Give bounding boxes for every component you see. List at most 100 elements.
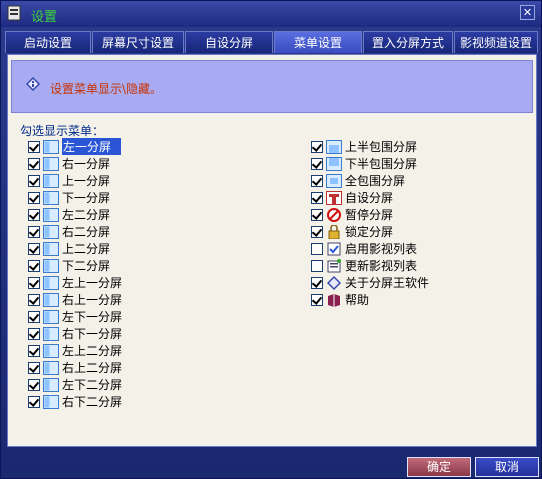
- menu-option-checkbox[interactable]: [28, 361, 40, 374]
- tab-custom-split[interactable]: 自设分屏: [185, 31, 273, 53]
- menu-option-label: 暂停分屏: [345, 208, 394, 222]
- menu-option-label: 启用影视列表: [345, 242, 418, 256]
- menu-option-checkbox[interactable]: [28, 157, 40, 170]
- menu-option-checkbox[interactable]: [28, 344, 40, 357]
- menu-option-checkbox[interactable]: [311, 157, 323, 170]
- split-top-right-one-icon: [43, 292, 59, 307]
- menu-option-row[interactable]: 下一分屏: [28, 189, 122, 206]
- menu-option-checkbox[interactable]: [311, 225, 323, 238]
- menu-option-row[interactable]: 帮助: [311, 291, 429, 308]
- menu-settings-panel: 设置菜单显示\隐藏。 勾选显示菜单： 左一分屏右一分屏上一分屏 下一分屏 左二分屏右…: [7, 54, 537, 447]
- menu-option-checkbox[interactable]: [28, 395, 40, 408]
- menu-option-checkbox[interactable]: [311, 259, 323, 272]
- about-icon: [326, 275, 342, 290]
- split-top-one-icon: [43, 173, 59, 188]
- enable-video-list-icon: [326, 242, 342, 256]
- menu-option-checkbox[interactable]: [28, 293, 40, 306]
- menu-option-checkbox[interactable]: [28, 208, 40, 221]
- menu-option-label: 右下一分屏: [62, 327, 123, 341]
- tab-split-mode[interactable]: 置入分屏方式: [363, 31, 453, 53]
- menu-option-checkbox[interactable]: [311, 293, 323, 306]
- menu-option-checkbox[interactable]: [28, 140, 40, 153]
- menu-option-label: 右上二分屏: [62, 361, 123, 375]
- menu-option-row[interactable]: 暂停分屏: [311, 206, 429, 223]
- split-left-two-icon: [43, 207, 59, 222]
- menu-option-row[interactable]: 左上一分屏: [28, 274, 122, 291]
- split-bottom-left-one-icon: [43, 309, 59, 324]
- tab-screen-size[interactable]: 屏幕尺寸设置: [92, 31, 184, 53]
- lock-icon: [326, 223, 342, 239]
- menu-option-checkbox[interactable]: [311, 208, 323, 221]
- section-label: 勾选显示菜单：: [20, 124, 105, 138]
- help-icon: [326, 293, 342, 307]
- update-video-list-icon: [326, 258, 342, 273]
- menu-option-checkbox[interactable]: [28, 191, 40, 204]
- menu-option-row[interactable]: 右上二分屏: [28, 359, 122, 376]
- menu-option-checkbox[interactable]: [311, 174, 323, 187]
- menu-option-label: 左上一分屏: [62, 276, 123, 290]
- menu-option-checkbox[interactable]: [28, 225, 40, 238]
- split-right-two-icon: [43, 224, 59, 239]
- menu-option-checkbox[interactable]: [28, 259, 40, 272]
- menu-option-row[interactable]: 左二分屏: [28, 206, 122, 223]
- menu-option-row[interactable]: 右上一分屏: [28, 291, 122, 308]
- menu-option-row[interactable]: 上半包围分屏: [311, 138, 429, 155]
- tab-video-channel[interactable]: 影视频道设置: [454, 31, 538, 53]
- menu-option-label: 上二分屏: [62, 242, 111, 256]
- menu-option-row[interactable]: 右二分屏: [28, 223, 122, 240]
- menu-option-label: 全包围分屏: [345, 174, 406, 188]
- menu-option-checkbox[interactable]: [311, 140, 323, 153]
- split-top-right-two-icon: [43, 360, 59, 375]
- menu-option-checkbox[interactable]: [311, 276, 323, 289]
- tab-startup[interactable]: 启动设置: [5, 31, 91, 53]
- menu-option-row[interactable]: 右一分屏: [28, 155, 122, 172]
- menu-option-row[interactable]: 下半包围分屏: [311, 155, 429, 172]
- menu-option-row[interactable]: 左上二分屏: [28, 342, 122, 359]
- menu-option-checkbox[interactable]: [28, 378, 40, 391]
- menu-option-row[interactable]: 左一分屏: [28, 138, 122, 155]
- menu-option-row[interactable]: 下二分屏: [28, 257, 122, 274]
- menu-option-label: 右二分屏: [62, 225, 111, 239]
- menu-option-label: 下二分屏: [62, 259, 111, 273]
- split-left-one-icon: [43, 139, 59, 154]
- menu-option-checkbox[interactable]: [28, 276, 40, 289]
- menu-option-checkbox[interactable]: [28, 310, 40, 323]
- split-top-left-two-icon: [43, 343, 59, 358]
- ok-button[interactable]: 确定: [407, 457, 471, 477]
- split-bottom-two-icon: [43, 258, 59, 273]
- menu-option-label: 自设分屏: [345, 191, 394, 205]
- menu-option-checkbox[interactable]: [311, 242, 323, 255]
- menu-option-row[interactable]: 左下二分屏: [28, 376, 122, 393]
- menu-option-row[interactable]: 上一分屏: [28, 172, 122, 189]
- menu-option-row[interactable]: 全包围分屏: [311, 172, 429, 189]
- close-button[interactable]: ✕: [520, 5, 535, 20]
- menu-option-row[interactable]: 上二分屏: [28, 240, 122, 257]
- full-surround-icon: [326, 173, 342, 188]
- menu-option-label: 上一分屏: [62, 174, 111, 188]
- menu-option-checkbox[interactable]: [311, 191, 323, 204]
- menu-option-label: 下半包围分屏: [345, 157, 418, 171]
- info-box: 设置菜单显示\隐藏。: [11, 60, 533, 113]
- menu-option-row[interactable]: 左下一分屏: [28, 308, 122, 325]
- split-top-left-one-icon: [43, 275, 59, 290]
- menu-option-checkbox[interactable]: [28, 242, 40, 255]
- menu-option-checkbox[interactable]: [28, 174, 40, 187]
- menu-option-row[interactable]: 更新影视列表: [311, 257, 429, 274]
- menu-option-label: 上半包围分屏: [345, 140, 418, 154]
- menu-option-row[interactable]: 关于分屏王软件: [311, 274, 429, 291]
- split-bottom-right-two-icon: [43, 394, 59, 409]
- menu-option-row[interactable]: 右下一分屏: [28, 325, 122, 342]
- menu-option-label: 帮助: [345, 293, 370, 307]
- info-icon: [26, 77, 40, 91]
- menu-option-label: 右上一分屏: [62, 293, 123, 307]
- app-icon: [7, 5, 21, 21]
- menu-option-label: 右一分屏: [62, 157, 111, 171]
- menu-option-row[interactable]: 启用影视列表: [311, 240, 429, 257]
- window-title: 设置: [31, 10, 58, 25]
- menu-option-row[interactable]: 自设分屏: [311, 189, 429, 206]
- tab-menu-settings[interactable]: 菜单设置: [274, 31, 362, 53]
- menu-option-checkbox[interactable]: [28, 327, 40, 340]
- menu-option-row[interactable]: 锁定分屏: [311, 223, 429, 240]
- cancel-button[interactable]: 取消: [475, 457, 539, 477]
- menu-option-row[interactable]: 右下二分屏: [28, 393, 122, 410]
